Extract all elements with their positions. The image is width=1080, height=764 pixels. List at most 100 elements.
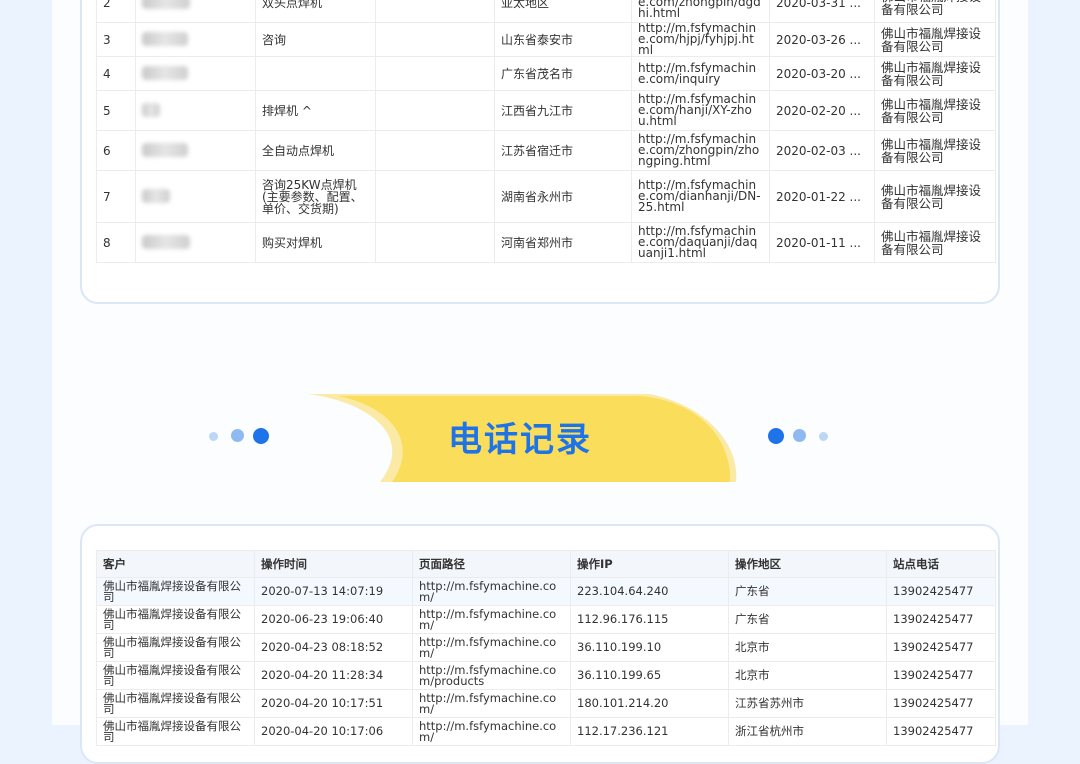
site-phone: 13902425477: [886, 577, 996, 606]
site-phone: 13902425477: [886, 661, 996, 690]
decor-dot-small: [819, 432, 828, 441]
customer-redacted: [135, 56, 256, 91]
row-number: 6: [96, 130, 136, 171]
page-path[interactable]: http://m.fsfymachine.com/: [412, 633, 571, 662]
table-row[interactable]: 佛山市福胤焊接设备有限公司 2020-06-23 19:06:40 http://m…: [96, 605, 996, 634]
request-text: 排焊机 ^: [255, 90, 376, 131]
date-text: 2020-01-22 ...: [769, 170, 875, 223]
operation-ip: 36.110.199.65: [570, 661, 729, 690]
customer-redacted: [135, 0, 256, 23]
date-text: 2020-02-20 ...: [769, 90, 875, 131]
table-row[interactable]: 7 咨询25KW点焊机(主要参数、配置、单价、交货期) 湖南省永州市 http://m…: [96, 170, 996, 223]
decor-dot-medium: [793, 429, 806, 442]
customer-redacted: [135, 130, 256, 171]
redacted-name: [142, 142, 188, 157]
decor-dot-large: [253, 428, 269, 444]
redacted-name: [142, 0, 190, 9]
decor-dot-large: [768, 428, 784, 444]
decor-dot-small: [209, 432, 218, 441]
request-text: 购买对焊机: [255, 222, 376, 263]
page-path[interactable]: http://m.fsfymachine.com/: [412, 689, 571, 718]
row-number: 2: [96, 0, 136, 23]
phone-records-card: 客户 操作时间 页面路径 操作IP 操作地区 站点电话 佛山市福胤焊接设备有限公…: [80, 524, 1000, 764]
column-header-time: 操作时间: [254, 550, 413, 578]
url-link[interactable]: http://m.fsfymachine.com/zhongpin/dgdhi.…: [631, 0, 770, 23]
leads-card: 2双头点焊机亚太地区http://m.fsfymachine.com/zhong…: [80, 0, 1000, 304]
table-row[interactable]: 8 购买对焊机 河南省郑州市 http://m.fsfymachine.com/daq…: [96, 222, 996, 263]
table-row[interactable]: 佛山市福胤焊接设备有限公司 2020-04-20 10:17:51 http://m…: [96, 689, 996, 718]
page-path[interactable]: http://m.fsfymachine.com/: [412, 605, 571, 634]
row-number: 8: [96, 222, 136, 263]
company-text: 佛山市福胤焊接设备有限公司: [874, 90, 996, 131]
table-row[interactable]: 4 广东省茂名市 http://m.fsfymachine.com/inquiry 2…: [96, 56, 996, 91]
page-path[interactable]: http://m.fsfymachine.com/: [412, 717, 571, 746]
page-path[interactable]: http://m.fsfymachine.com/products: [412, 661, 571, 690]
customer-redacted: [135, 22, 256, 57]
operation-region: 江苏省苏州市: [728, 689, 887, 718]
url-link[interactable]: http://m.fsfymachine.com/inquiry: [631, 56, 770, 91]
region-text: 广东省茂名市: [494, 56, 632, 91]
company-text: 佛山市福胤焊接设备有限公司: [874, 0, 996, 23]
operation-time: 2020-07-13 14:07:19: [254, 577, 413, 606]
redacted-name: [142, 31, 188, 46]
redacted-name: [142, 188, 170, 203]
company-text: 佛山市福胤焊接设备有限公司: [874, 130, 996, 171]
request-text: [255, 56, 376, 91]
section-title: 电话记录: [448, 420, 592, 460]
column-header-phone: 站点电话: [886, 550, 996, 578]
customer-redacted: [135, 170, 256, 223]
operation-ip: 180.101.214.20: [570, 689, 729, 718]
request-text: 双头点焊机: [255, 0, 376, 23]
region-text: 山东省泰安市: [494, 22, 632, 57]
column-header-ip: 操作IP: [570, 550, 729, 578]
table-row[interactable]: 5 排焊机 ^ 江西省九江市 http://m.fsfymachine.com/han…: [96, 90, 996, 131]
company-text: 佛山市福胤焊接设备有限公司: [874, 56, 996, 91]
operation-time: 2020-04-20 10:17:06: [254, 717, 413, 746]
region-text: 江西省九江市: [494, 90, 632, 131]
date-text: 2020-02-03 ...: [769, 130, 875, 171]
region-text: 湖南省永州市: [494, 170, 632, 223]
table-row[interactable]: 3 咨询 山东省泰安市 http://m.fsfymachine.com/hjpj/f…: [96, 22, 996, 57]
table-row[interactable]: 佛山市福胤焊接设备有限公司 2020-04-20 11:28:34 http://m…: [96, 661, 996, 690]
region-text: 江苏省宿迁市: [494, 130, 632, 171]
column-header-path: 页面路径: [412, 550, 571, 578]
row-number: 4: [96, 56, 136, 91]
row-number: 7: [96, 170, 136, 223]
url-link[interactable]: http://m.fsfymachine.com/zhongpin/zhongp…: [631, 130, 770, 171]
customer-name: 佛山市福胤焊接设备有限公司: [96, 689, 255, 718]
operation-ip: 112.17.236.121: [570, 717, 729, 746]
operation-time: 2020-04-20 10:17:51: [254, 689, 413, 718]
blank-cell: [375, 130, 495, 171]
table-row[interactable]: 6 全自动点焊机 江苏省宿迁市 http://m.fsfymachine.com/zh…: [96, 130, 996, 171]
table-row[interactable]: 佛山市福胤焊接设备有限公司 2020-04-20 10:17:06 http://m…: [96, 717, 996, 746]
customer-name: 佛山市福胤焊接设备有限公司: [96, 605, 255, 634]
page-path[interactable]: http://m.fsfymachine.com/: [412, 577, 571, 606]
customer-name: 佛山市福胤焊接设备有限公司: [96, 661, 255, 690]
url-link[interactable]: http://m.fsfymachine.com/hanji/XY-zhou.h…: [631, 90, 770, 131]
operation-region: 北京市: [728, 633, 887, 662]
operation-region: 广东省: [728, 605, 887, 634]
request-text: 全自动点焊机: [255, 130, 376, 171]
blank-cell: [375, 170, 495, 223]
blank-cell: [375, 0, 495, 23]
date-text: 2020-03-31 ...: [769, 0, 875, 23]
customer-redacted: [135, 90, 256, 131]
blank-cell: [375, 22, 495, 57]
table-row[interactable]: 2 双头点焊机 亚太地区http://m.fsfymachine.com/zhong…: [96, 0, 996, 23]
table-row[interactable]: 佛山市福胤焊接设备有限公司 2020-04-23 08:18:52 http://m…: [96, 633, 996, 662]
url-link[interactable]: http://m.fsfymachine.com/hjpj/fyhjpj.htm…: [631, 22, 770, 57]
request-text: 咨询25KW点焊机(主要参数、配置、单价、交货期): [255, 170, 376, 223]
operation-time: 2020-04-23 08:18:52: [254, 633, 413, 662]
redacted-name: [142, 234, 190, 249]
url-link[interactable]: http://m.fsfymachine.com/dianhanji/DN-25…: [631, 170, 770, 223]
leads-table: 2双头点焊机亚太地区http://m.fsfymachine.com/zhong…: [96, 0, 996, 263]
region-text: 亚太地区: [494, 0, 632, 23]
site-phone: 13902425477: [886, 689, 996, 718]
url-link[interactable]: http://m.fsfymachine.com/daquanji/daquan…: [631, 222, 770, 263]
operation-region: 浙江省杭州市: [728, 717, 887, 746]
redacted-name: [142, 102, 160, 117]
site-phone: 13902425477: [886, 605, 996, 634]
table-row[interactable]: 佛山市福胤焊接设备有限公司 2020-07-13 14:07:19 http://m…: [96, 577, 996, 606]
operation-ip: 223.104.64.240: [570, 577, 729, 606]
customer-name: 佛山市福胤焊接设备有限公司: [96, 633, 255, 662]
